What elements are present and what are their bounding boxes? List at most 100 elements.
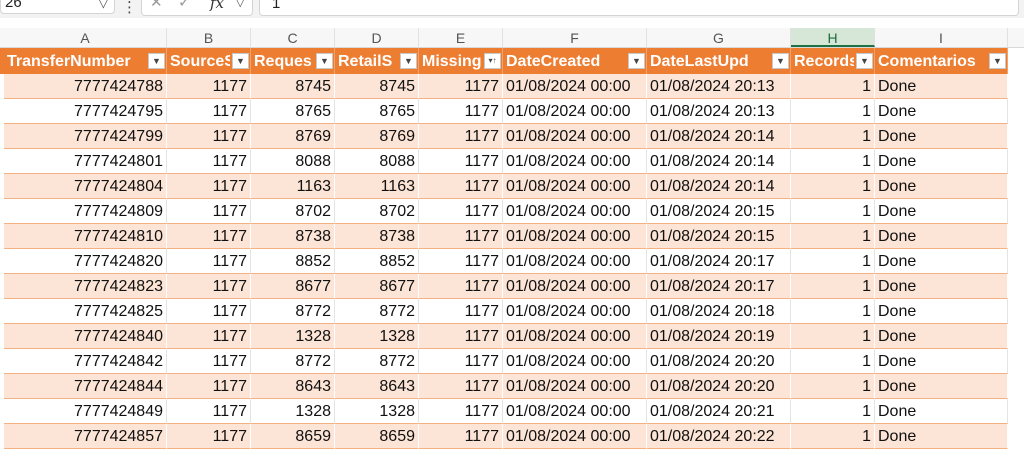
table-cell[interactable]: 1: [791, 199, 875, 224]
table-cell[interactable]: 1177: [167, 99, 251, 124]
table-cell[interactable]: 8677: [251, 274, 335, 299]
table-cell[interactable]: 8852: [251, 249, 335, 274]
table-header-cell[interactable]: RetailS ▼: [335, 48, 419, 74]
table-cell[interactable]: 01/08/2024 00:00: [503, 74, 647, 99]
table-header-cell[interactable]: TransferNumber ▼: [4, 48, 167, 74]
table-cell[interactable]: 1177: [167, 149, 251, 174]
table-cell[interactable]: 1328: [335, 324, 419, 349]
table-cell[interactable]: Done: [875, 74, 1008, 99]
filter-dropdown-icon[interactable]: ▼: [316, 53, 333, 69]
table-cell[interactable]: 1177: [167, 299, 251, 324]
table-cell[interactable]: 01/08/2024 20:20: [647, 349, 791, 374]
table-cell[interactable]: 7777424809: [4, 199, 167, 224]
table-header-cell[interactable]: Comentarios ▼: [875, 48, 1008, 74]
table-cell[interactable]: 7777424810: [4, 224, 167, 249]
table-cell[interactable]: 1328: [335, 399, 419, 424]
table-cell[interactable]: 8659: [335, 424, 419, 449]
table-cell[interactable]: 8088: [251, 149, 335, 174]
table-cell[interactable]: Done: [875, 274, 1008, 299]
table-cell[interactable]: 8769: [251, 124, 335, 149]
table-cell[interactable]: 01/08/2024 00:00: [503, 274, 647, 299]
table-cell[interactable]: 8702: [251, 199, 335, 224]
table-cell[interactable]: Done: [875, 299, 1008, 324]
table-cell[interactable]: 7777424840: [4, 324, 167, 349]
table-cell[interactable]: 7777424799: [4, 124, 167, 149]
sort-filter-icon[interactable]: ▾↑: [484, 53, 501, 69]
table-cell[interactable]: 8769: [335, 124, 419, 149]
table-cell[interactable]: 8772: [335, 299, 419, 324]
table-header-cell[interactable]: Missing ▾↑: [419, 48, 503, 74]
table-cell[interactable]: Done: [875, 324, 1008, 349]
table-cell[interactable]: 1177: [167, 199, 251, 224]
chevron-down-icon[interactable]: ▽: [99, 0, 108, 15]
table-cell[interactable]: 01/08/2024 20:13: [647, 74, 791, 99]
table-cell[interactable]: Done: [875, 224, 1008, 249]
table-cell[interactable]: 1328: [251, 399, 335, 424]
table-cell[interactable]: 7777424842: [4, 349, 167, 374]
filter-dropdown-icon[interactable]: ▼: [148, 53, 165, 69]
formula-input[interactable]: 1: [259, 0, 1019, 16]
table-cell[interactable]: 01/08/2024 20:14: [647, 174, 791, 199]
table-cell[interactable]: 01/08/2024 00:00: [503, 424, 647, 449]
table-cell[interactable]: 1163: [335, 174, 419, 199]
table-cell[interactable]: 8852: [335, 249, 419, 274]
table-cell[interactable]: 7777424801: [4, 149, 167, 174]
table-cell[interactable]: 8745: [251, 74, 335, 99]
table-cell[interactable]: 7777424804: [4, 174, 167, 199]
table-cell[interactable]: Done: [875, 349, 1008, 374]
filter-dropdown-icon[interactable]: ▼: [400, 53, 417, 69]
filter-dropdown-icon[interactable]: ▼: [856, 53, 873, 69]
table-cell[interactable]: 8745: [335, 74, 419, 99]
table-header-cell[interactable]: SourceS ▼: [167, 48, 251, 74]
filter-dropdown-icon[interactable]: ▼: [628, 53, 645, 69]
column-header-g[interactable]: G: [647, 28, 791, 47]
table-cell[interactable]: 01/08/2024 20:15: [647, 224, 791, 249]
table-cell[interactable]: Done: [875, 199, 1008, 224]
table-cell[interactable]: 1177: [419, 174, 503, 199]
table-cell[interactable]: 1177: [419, 299, 503, 324]
table-cell[interactable]: 1: [791, 324, 875, 349]
table-cell[interactable]: 8765: [251, 99, 335, 124]
table-cell[interactable]: 1177: [419, 324, 503, 349]
filter-dropdown-icon[interactable]: ▼: [772, 53, 789, 69]
table-cell[interactable]: 1: [791, 224, 875, 249]
table-cell[interactable]: 8772: [335, 349, 419, 374]
table-cell[interactable]: 1: [791, 399, 875, 424]
table-cell[interactable]: 1177: [419, 249, 503, 274]
table-cell[interactable]: 01/08/2024 00:00: [503, 224, 647, 249]
column-header-c[interactable]: C: [251, 28, 335, 47]
table-cell[interactable]: Done: [875, 424, 1008, 449]
table-cell[interactable]: 1177: [419, 74, 503, 99]
cancel-icon[interactable]: ✕: [150, 0, 163, 15]
table-cell[interactable]: 01/08/2024 00:00: [503, 349, 647, 374]
table-cell[interactable]: 01/08/2024 20:13: [647, 99, 791, 124]
table-cell[interactable]: Done: [875, 99, 1008, 124]
table-cell[interactable]: 8772: [251, 349, 335, 374]
table-cell[interactable]: 7777424823: [4, 274, 167, 299]
table-cell[interactable]: 01/08/2024 20:19: [647, 324, 791, 349]
table-cell[interactable]: 01/08/2024 20:15: [647, 199, 791, 224]
table-cell[interactable]: 8643: [251, 374, 335, 399]
table-header-cell[interactable]: Records ▼: [791, 48, 875, 74]
table-cell[interactable]: 01/08/2024 00:00: [503, 99, 647, 124]
table-header-cell[interactable]: DateLastUpd ▼: [647, 48, 791, 74]
table-cell[interactable]: 1177: [419, 224, 503, 249]
table-cell[interactable]: 8702: [335, 199, 419, 224]
table-cell[interactable]: 1177: [167, 74, 251, 99]
column-header-b[interactable]: B: [167, 28, 251, 47]
table-cell[interactable]: 1177: [167, 224, 251, 249]
table-cell[interactable]: 1: [791, 149, 875, 174]
table-cell[interactable]: 8738: [335, 224, 419, 249]
table-cell[interactable]: Done: [875, 149, 1008, 174]
table-cell[interactable]: Done: [875, 174, 1008, 199]
table-cell[interactable]: 8772: [251, 299, 335, 324]
column-header-e[interactable]: E: [419, 28, 503, 47]
table-cell[interactable]: 1177: [167, 374, 251, 399]
table-header-cell[interactable]: Reques ▼: [251, 48, 335, 74]
table-cell[interactable]: 1: [791, 249, 875, 274]
column-header-a[interactable]: A: [4, 28, 167, 47]
table-cell[interactable]: 1: [791, 349, 875, 374]
table-cell[interactable]: 01/08/2024 00:00: [503, 374, 647, 399]
table-cell[interactable]: 8677: [335, 274, 419, 299]
table-cell[interactable]: 1177: [419, 349, 503, 374]
